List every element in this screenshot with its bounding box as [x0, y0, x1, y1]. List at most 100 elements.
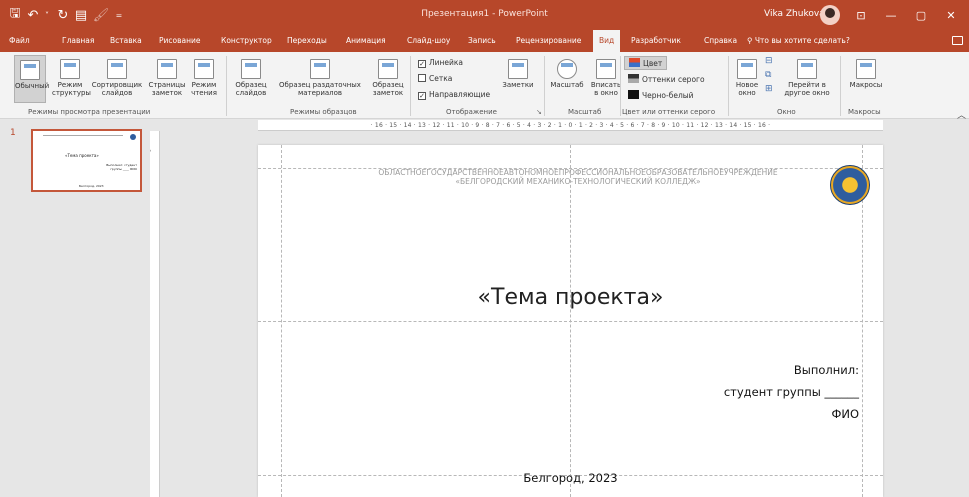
- grayscale-button[interactable]: Оттенки серого: [628, 74, 705, 84]
- ruler-checkbox[interactable]: ✓ Линейка: [418, 58, 463, 68]
- grayscale-swatch-icon: [628, 74, 639, 83]
- normal-view-button[interactable]: Обычный: [14, 55, 49, 103]
- reading-view-icon: [194, 59, 214, 79]
- guides-checkbox[interactable]: ✓ Направляющие: [418, 90, 490, 100]
- slide-master-icon: [241, 59, 261, 79]
- notes-icon: [508, 59, 528, 79]
- switch-windows-button[interactable]: Перейти в другое окно: [780, 55, 834, 103]
- new-window-button[interactable]: Новое окно: [732, 55, 762, 103]
- group-label-show: Отображение: [446, 108, 497, 116]
- tab-animations[interactable]: Анимация: [346, 30, 386, 52]
- guide-vertical[interactable]: [281, 145, 282, 497]
- divider: [840, 56, 841, 116]
- thumbnail-title: «Тема проекта»: [65, 153, 99, 158]
- tab-file[interactable]: Файл: [9, 30, 30, 52]
- powerpoint-window: 🖫 ↶ ˅ ↻ ▤ 🖌 = Презентация1 - PowerPoint …: [0, 0, 969, 497]
- color-button[interactable]: Цвет: [624, 56, 668, 70]
- close-icon[interactable]: ✕: [940, 5, 962, 25]
- macros-icon: [856, 59, 876, 79]
- city-year[interactable]: Белгород, 2023: [258, 471, 883, 485]
- comments-icon[interactable]: [952, 36, 963, 45]
- slide-sorter-button[interactable]: Сортировщик слайдов: [90, 55, 144, 103]
- tab-transitions[interactable]: Переходы: [287, 30, 327, 52]
- group-label-window: Окно: [777, 108, 796, 116]
- student-group[interactable]: студент группы ______: [638, 385, 859, 399]
- arrange-all-icon[interactable]: ⊟: [765, 56, 773, 66]
- handout-master-button[interactable]: Образец раздаточных материалов: [272, 55, 368, 103]
- group-label-views: Режимы просмотра презентации: [28, 108, 151, 116]
- group-label-zoom: Масштаб: [568, 108, 602, 116]
- divider: [620, 56, 621, 116]
- notes-page-button[interactable]: Страницы заметок: [148, 55, 186, 103]
- maximize-icon[interactable]: ▢: [910, 5, 932, 25]
- ribbon-display-icon[interactable]: ⊡: [850, 5, 872, 25]
- notes-page-icon: [157, 59, 177, 79]
- slide-editing-area: ОБЛАСТНОЕГОСУДАРСТВЕННОЕАВТОНОМНОЕПРОФЕС…: [160, 131, 969, 497]
- tab-help[interactable]: Справка: [704, 30, 737, 52]
- student-name[interactable]: ФИО: [678, 407, 859, 421]
- author-label[interactable]: Выполнил:: [678, 363, 859, 377]
- divider: [226, 56, 227, 116]
- handout-master-icon: [310, 59, 330, 79]
- guide-vertical[interactable]: [570, 145, 571, 497]
- outline-view-icon: [60, 59, 80, 79]
- slide-title[interactable]: «Тема проекта»: [258, 285, 883, 310]
- outline-view-button[interactable]: Режим структуры: [52, 55, 91, 103]
- tab-view[interactable]: Вид: [593, 30, 621, 52]
- ribbon-tabs: Файл Главная Вставка Рисование Конструкт…: [0, 30, 969, 52]
- tab-review[interactable]: Рецензирование: [516, 30, 581, 52]
- color-swatch-icon: [629, 58, 640, 67]
- avatar[interactable]: [820, 5, 840, 25]
- tab-slideshow[interactable]: Слайд-шоу: [407, 30, 450, 52]
- switch-windows-icon: [797, 59, 817, 79]
- tab-developer[interactable]: Разработчик: [631, 30, 681, 52]
- cascade-icon[interactable]: ⧉: [765, 70, 771, 80]
- title-bar: 🖫 ↶ ˅ ↻ ▤ 🖌 = Презентация1 - PowerPoint …: [0, 0, 969, 30]
- tab-design[interactable]: Конструктор: [221, 30, 272, 52]
- divider: [544, 56, 545, 116]
- bw-swatch-icon: [628, 90, 639, 99]
- tab-record[interactable]: Запись: [468, 30, 496, 52]
- slide-thumbnail[interactable]: «Тема проекта» Выполнил: студент группы …: [31, 129, 142, 192]
- divider: [728, 56, 729, 116]
- vertical-ruler[interactable]: · 9 · 8 · 7 · 6 · 5 · 4 · 3 · 2 · 1 · 0 …: [150, 131, 160, 497]
- normal-view-icon: [20, 60, 40, 80]
- move-split-icon[interactable]: ⊞: [765, 84, 773, 94]
- fit-window-icon: [596, 59, 616, 79]
- thumbnail-city: Белгород, 2023: [79, 184, 104, 188]
- thumbnail-author: Выполнил: студент группы ____ ФИО: [106, 163, 137, 171]
- slide-master-button[interactable]: Образец слайдов: [232, 55, 270, 103]
- tab-home[interactable]: Главная: [62, 30, 94, 52]
- grid-checkbox[interactable]: Сетка: [418, 74, 452, 83]
- slides-pane: 1 «Тема проекта» Выполнил: студент групп…: [0, 120, 148, 497]
- magnifier-icon: [557, 59, 577, 79]
- group-label-macros: Макросы: [848, 108, 881, 116]
- slide-number: 1: [10, 128, 16, 138]
- institution-header[interactable]: ОБЛАСТНОЕГОСУДАРСТВЕННОЕАВТОНОМНОЕПРОФЕС…: [318, 168, 838, 186]
- dialog-launcher-icon[interactable]: ↘: [536, 108, 542, 116]
- slide-sorter-icon: [107, 59, 127, 79]
- checkmark-icon: ✓: [418, 92, 426, 100]
- user-name[interactable]: Vika Zhukova: [764, 9, 825, 19]
- minimize-icon[interactable]: —: [880, 5, 902, 25]
- checkmark-icon: ✓: [418, 60, 426, 68]
- ribbon-view: Обычный Режим структуры Сортировщик слай…: [0, 52, 969, 121]
- tab-insert[interactable]: Вставка: [110, 30, 142, 52]
- black-white-button[interactable]: Черно-белый: [628, 90, 694, 100]
- lightbulb-icon: ⚲: [747, 36, 755, 45]
- notes-master-button[interactable]: Образец заметок: [370, 55, 406, 103]
- group-label-color: Цвет или оттенки серого: [622, 108, 716, 116]
- zoom-button[interactable]: Масштаб: [548, 55, 586, 103]
- tab-draw[interactable]: Рисование: [159, 30, 201, 52]
- college-emblem-icon[interactable]: [830, 165, 870, 205]
- slide-canvas[interactable]: ОБЛАСТНОЕГОСУДАРСТВЕННОЕАВТОНОМНОЕПРОФЕС…: [258, 145, 883, 497]
- horizontal-ruler[interactable]: · 16 · 15 · 14 · 13 · 12 · 11 · 10 · 9 ·…: [148, 120, 969, 131]
- notes-button[interactable]: Заметки: [500, 55, 536, 103]
- tell-me-search[interactable]: ⚲ Что вы хотите сделать?: [747, 30, 850, 52]
- macros-button[interactable]: Макросы: [846, 55, 886, 103]
- fit-to-window-button[interactable]: Вписать в окно: [588, 55, 624, 103]
- new-window-icon: [737, 59, 757, 79]
- college-logo-icon: [130, 134, 136, 140]
- notes-master-icon: [378, 59, 398, 79]
- reading-view-button[interactable]: Режим чтения: [188, 55, 220, 103]
